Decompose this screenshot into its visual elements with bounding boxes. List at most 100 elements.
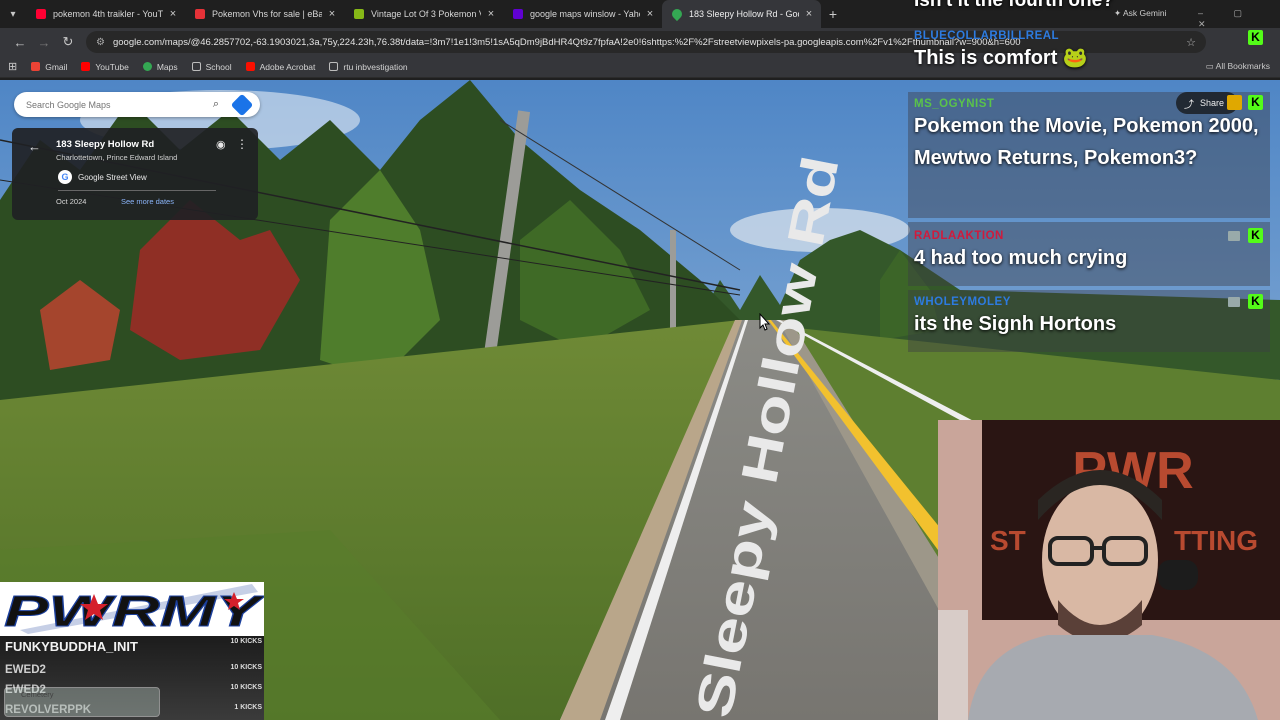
kick-badge-icon: K — [1248, 30, 1263, 45]
bookmark-label: Maps — [156, 61, 178, 72]
ask-gemini-button[interactable]: ✦ Ask Gemini — [1114, 8, 1166, 19]
kicker-name: EWED2 — [5, 664, 46, 676]
tab-title: 183 Sleepy Hollow Rd - Google — [689, 9, 799, 19]
more-options-icon[interactable]: ⋮ — [236, 137, 248, 151]
tab-search-icon[interactable]: ▾ — [0, 0, 26, 28]
screen: ▾ pokemon 4th traikler - YouTube × Pokem… — [0, 0, 1280, 720]
apps-grid-icon[interactable]: ⊞ — [8, 60, 17, 73]
street-view-source: G Google Street View — [58, 170, 147, 184]
folder-icon — [329, 62, 339, 71]
ebay-favicon-icon — [354, 9, 364, 19]
chat-message: WHOLEYMOLEY its the Signh Hortons — [908, 290, 1270, 352]
new-tab-button[interactable]: + — [821, 6, 845, 22]
banner-sub-left: ST — [990, 525, 1026, 556]
chat-username: BLUECOLLARBILLREAL — [914, 30, 1060, 42]
tab-yahoo[interactable]: google maps winslow - Yahoo × — [503, 0, 662, 28]
google-logo-icon: G — [58, 170, 72, 184]
bookmark-label: rtu inbvestigation — [343, 61, 408, 72]
acrobat-icon — [245, 62, 255, 71]
kick-amount: 10 KICKS — [230, 684, 262, 691]
chat-header-line: Isn't it the fourth one? — [914, 0, 1114, 11]
kick-row: FUNKYBUDDHA_INIT 10 KICKS — [0, 638, 264, 658]
chat-text: its the Signh Hortons — [914, 313, 1117, 335]
tab-close-icon[interactable]: × — [803, 8, 815, 20]
maps-icon — [142, 62, 152, 71]
tab-title: pokemon 4th traikler - YouTube — [53, 9, 163, 19]
bookmark-maps[interactable]: Maps — [142, 61, 178, 72]
directions-icon[interactable] — [230, 93, 254, 116]
site-info-icon[interactable]: ⚙ — [96, 37, 105, 48]
chat-message: RADLAAKTION 4 had too much crying — [908, 222, 1270, 286]
bookmark-label: Adobe Acrobat — [259, 61, 316, 72]
kick-amount: 10 KICKS — [230, 664, 262, 671]
tab-close-icon[interactable]: × — [485, 8, 497, 20]
moderator-badge-icon — [1228, 231, 1240, 241]
share-label: Share — [1200, 98, 1225, 108]
kick-amount: 10 KICKS — [230, 638, 262, 645]
gmail-icon — [31, 62, 41, 71]
kick-badge-icon: K — [1248, 95, 1263, 110]
chat-username: RADLAAKTION — [914, 230, 1004, 242]
source-label: Google Street View — [78, 172, 147, 182]
bookmark-label: School — [205, 61, 232, 72]
bookmark-gmail[interactable]: Gmail — [31, 62, 67, 72]
kick-row: EWED2 10 KICKS — [0, 664, 264, 684]
tab-close-icon[interactable]: × — [644, 8, 656, 20]
map-place-label: Cemetery — [21, 690, 54, 699]
folder-icon — [191, 62, 201, 71]
tab-google-maps[interactable]: 183 Sleepy Hollow Rd - Google × — [662, 0, 821, 28]
place-address: 183 Sleepy Hollow Rd — [56, 139, 155, 150]
ask-gemini-label: Ask Gemini — [1123, 8, 1167, 18]
tab-title: google maps winslow - Yahoo — [530, 9, 640, 19]
tab-close-icon[interactable]: × — [167, 8, 179, 20]
maps-search-input[interactable] — [26, 99, 208, 110]
tab-close-icon[interactable]: × — [326, 8, 338, 20]
location-pin-icon[interactable]: ◉ — [216, 138, 226, 151]
place-city: Charlottetown, Prince Edward Island — [56, 153, 178, 162]
tab-vintage-lot[interactable]: Vintage Lot Of 3 Pokemon VHS × — [344, 0, 503, 28]
bookmark-label: YouTube — [95, 61, 129, 72]
bookmark-school[interactable]: School — [191, 61, 232, 72]
back-arrow-icon[interactable]: ← — [28, 139, 41, 154]
bookmark-adobe-acrobat[interactable]: Adobe Acrobat — [245, 61, 316, 72]
pwrmy-logo: PWRMY — [0, 582, 264, 636]
kicker-name: FUNKYBUDDHA_INIT — [5, 639, 138, 654]
divider — [58, 190, 216, 191]
bookmark-youtube[interactable]: YouTube — [81, 61, 129, 72]
tab-title: Vintage Lot Of 3 Pokemon VHS — [371, 9, 481, 19]
youtube-favicon-icon — [36, 9, 46, 19]
ebay-favicon-icon — [195, 9, 205, 19]
kick-badge-icon: K — [1248, 228, 1263, 243]
bookmark-label: Gmail — [45, 61, 68, 72]
chat-text: Pokemon the Movie, Pokemon 2000, Mewtwo … — [914, 115, 1259, 169]
window-controls[interactable]: – ▢ ✕ — [1198, 8, 1280, 30]
crown-badge-icon — [1227, 95, 1242, 110]
mouse-cursor-icon — [759, 313, 771, 331]
banner-sub-right: TTING — [1174, 525, 1258, 556]
search-icon[interactable]: ⌕ — [208, 98, 224, 111]
maps-favicon-icon — [669, 6, 685, 22]
yahoo-favicon-icon — [513, 9, 523, 19]
back-icon[interactable]: ← — [8, 35, 32, 50]
street-view-info-card: ← 183 Sleepy Hollow Rd Charlottetown, Pr… — [12, 128, 258, 220]
tab-ebay[interactable]: Pokemon Vhs for sale | eBay × — [185, 0, 344, 28]
webcam-image: PWR ST TTING — [938, 420, 1280, 720]
reload-icon[interactable]: ↻ — [56, 34, 80, 50]
tab-title: Pokemon Vhs for sale | eBay — [212, 9, 322, 19]
youtube-icon — [81, 62, 91, 71]
see-more-dates-link[interactable]: See more dates — [121, 197, 174, 206]
chat-overlay: Isn't it the fourth one? ✦ Ask Gemini – … — [908, 0, 1280, 352]
chat-text: This is comfort 🐸 — [914, 47, 1088, 69]
kick-badge-icon: K — [1248, 294, 1263, 309]
capture-date: Oct 2024 — [56, 197, 87, 206]
kick-amount: 1 KICKS — [234, 704, 262, 711]
tab-youtube[interactable]: pokemon 4th traikler - YouTube × — [26, 0, 185, 28]
forward-icon[interactable]: → — [32, 35, 56, 50]
moderator-badge-icon — [1228, 297, 1240, 307]
logo-text: PWRMY — [4, 587, 264, 636]
maps-search-box[interactable]: ⌕ — [14, 92, 260, 117]
chat-username: WHOLEYMOLEY — [914, 296, 1011, 308]
bookmark-rtu-investigation[interactable]: rtu inbvestigation — [329, 61, 408, 72]
map-place-chip[interactable]: Cemetery — [4, 687, 160, 717]
chat-text: 4 had too much crying — [914, 247, 1128, 269]
